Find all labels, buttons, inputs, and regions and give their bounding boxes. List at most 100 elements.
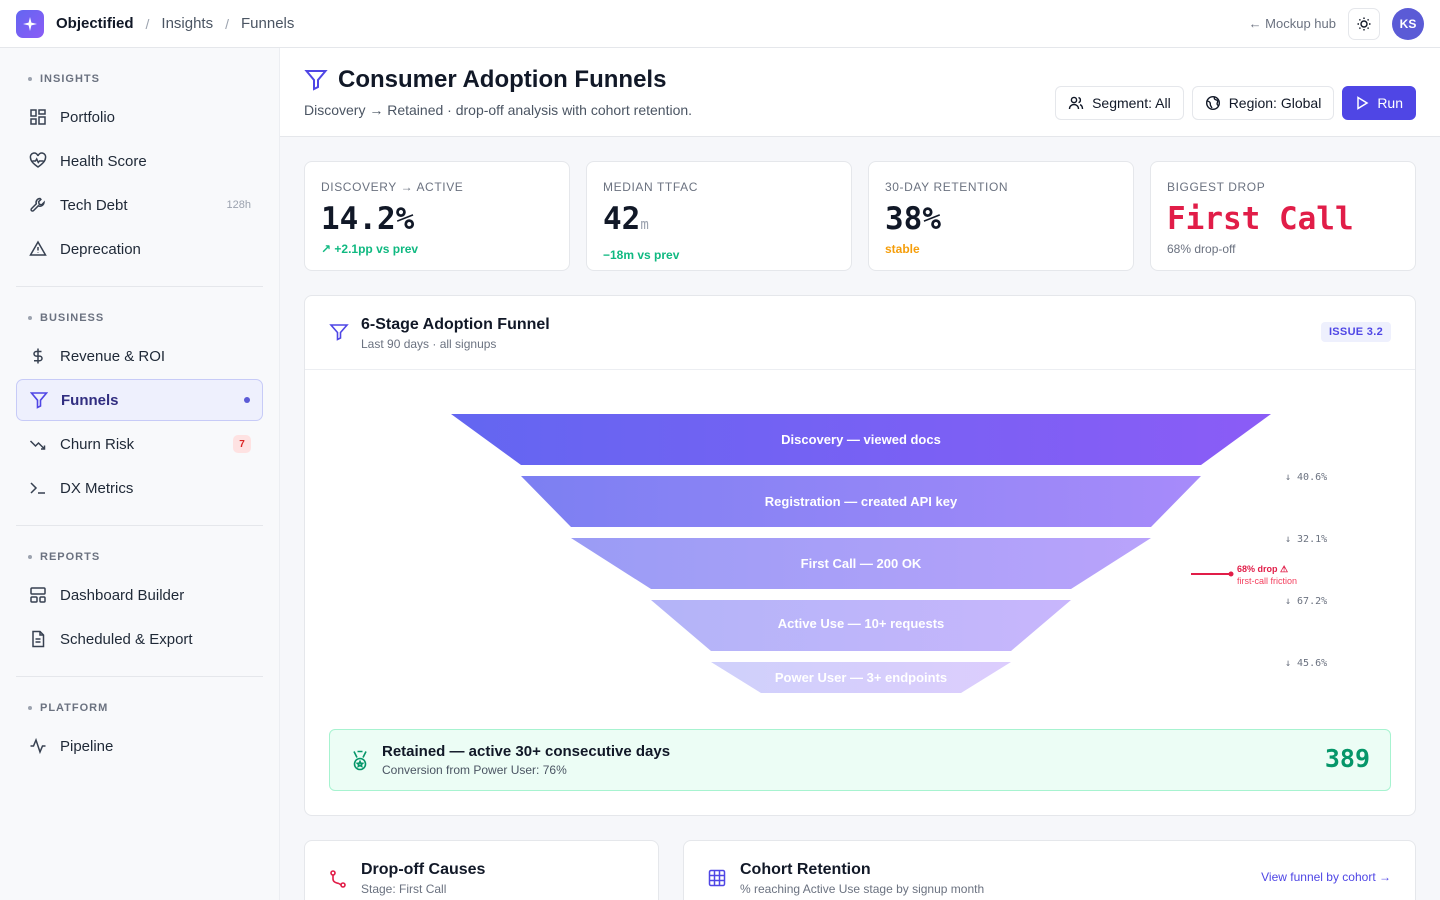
funnel-icon	[304, 70, 328, 91]
svg-text:First Call — 200 OK: First Call — 200 OK	[801, 556, 922, 571]
sidebar-item-portfolio[interactable]: Portfolio	[16, 96, 263, 138]
funnel-stage-registration[interactable]: Registration — created API key	[521, 476, 1201, 527]
kpi-value: First Call	[1167, 201, 1354, 237]
page-title: Consumer Adoption Funnels	[338, 66, 667, 93]
sidebar-divider	[16, 676, 263, 677]
sidebar-divider	[16, 286, 263, 287]
terminal-icon	[28, 478, 48, 498]
issue-badge[interactable]: ISSUE 3.2	[1320, 322, 1391, 342]
sidebar-item-dx-metrics[interactable]: DX Metrics	[16, 467, 263, 509]
warning-triangle-icon	[28, 239, 48, 259]
svg-text:Active Use — 10+ requests: Active Use — 10+ requests	[778, 616, 945, 631]
kpi-label: BIGGEST DROP	[1167, 180, 1266, 194]
sun-moon-icon	[1357, 17, 1371, 30]
tech-debt-hours: 128h	[226, 199, 251, 211]
funnel-stage-first-call[interactable]: First Call — 200 OK	[571, 538, 1151, 589]
theme-toggle-button[interactable]	[1348, 7, 1380, 40]
kpi-label: MEDIAN TTFAC	[603, 180, 698, 194]
sidebar-item-tech-debt[interactable]: Tech Debt 128h	[16, 184, 263, 226]
retained-subtitle: Conversion from Power User: 76%	[382, 763, 567, 777]
sidebar-item-label: DX Metrics	[60, 479, 134, 497]
funnel-stage-discovery[interactable]: Discovery — viewed docs	[451, 414, 1271, 465]
svg-text:Registration — created API key: Registration — created API key	[765, 494, 958, 509]
kpi-card-median-ttfac: MEDIAN TTFAC 42m −18m vs prev	[586, 161, 852, 271]
sidebar-item-label: Deprecation	[60, 240, 141, 258]
sidebar-item-label: Funnels	[61, 391, 119, 409]
page-header: Consumer Adoption Funnels Discovery → Re…	[280, 48, 1440, 137]
sidebar-item-scheduled-export[interactable]: Scheduled & Export	[16, 618, 263, 660]
sidebar-item-label: Scheduled & Export	[60, 630, 193, 648]
sidebar-item-revenue-roi[interactable]: Revenue & ROI	[16, 335, 263, 377]
breadcrumb-insights[interactable]: Insights	[161, 15, 213, 32]
kpi-value: 14.2%	[321, 201, 415, 237]
kpi-unit: m	[640, 217, 649, 233]
kpi-value: 42m	[603, 201, 649, 237]
breadcrumb-separator: /	[145, 15, 150, 32]
conversion-label: ↓ 40.6%	[1285, 472, 1327, 483]
sidebar-item-health-score[interactable]: Health Score	[16, 140, 263, 182]
view-funnel-by-cohort-link[interactable]: View funnel by cohort →	[1261, 870, 1391, 884]
sidebar-item-dashboard-builder[interactable]: Dashboard Builder	[16, 574, 263, 616]
mockup-hub-link[interactable]: ← Mockup hub	[1249, 16, 1336, 31]
svg-text:first-call friction: first-call friction	[1237, 576, 1297, 586]
kpi-delta: ↗ +2.1pp vs prev	[321, 242, 419, 256]
page-subtitle: Discovery → Retained · drop-off analysis…	[304, 102, 693, 118]
sidebar: INSIGHTS Portfolio Health Score Tech Deb…	[0, 48, 280, 900]
kpi-value: 38%	[885, 201, 941, 237]
breadcrumb-separator: /	[225, 15, 229, 32]
svg-text:68% drop ⚠: 68% drop ⚠	[1237, 564, 1288, 574]
funnel-stage-power-user[interactable]: Power User — 3+ endpoints	[711, 662, 1011, 693]
kpi-label: DISCOVERY → ACTIVE	[321, 180, 464, 194]
sidebar-item-label: Pipeline	[60, 737, 114, 755]
table-grid-icon	[708, 869, 726, 892]
conversion-label: ↓ 45.6%	[1285, 658, 1327, 669]
sidebar-item-label: Dashboard Builder	[60, 586, 185, 604]
branch-icon	[329, 869, 347, 894]
funnel-chart: Discovery — viewed docs Registration — c…	[451, 414, 1327, 693]
drop-callout[interactable]: 68% drop ⚠ first-call friction	[1191, 564, 1297, 586]
sidebar-item-funnels[interactable]: Funnels	[16, 379, 263, 421]
conversion-label: ↓ 67.2%	[1285, 596, 1327, 607]
play-icon	[1357, 96, 1369, 110]
user-avatar[interactable]: KS	[1392, 7, 1424, 40]
sidebar-item-deprecation[interactable]: Deprecation	[16, 228, 263, 270]
conversion-label: ↓ 32.1%	[1285, 534, 1327, 545]
sidebar-item-pipeline[interactable]: Pipeline	[16, 725, 263, 767]
top-bar: Objectified / Insights / Funnels ← Mocku…	[0, 0, 1440, 48]
sidebar-item-label: Health Score	[60, 152, 147, 170]
sidebar-section-platform: PLATFORM	[16, 693, 263, 723]
kpi-label: 30-DAY RETENTION	[885, 180, 1009, 194]
retained-summary: Retained — active 30+ consecutive days C…	[329, 729, 1391, 791]
region-filter-button[interactable]: Region: Global	[1191, 86, 1335, 120]
funnel-icon	[329, 322, 349, 347]
funnel-stage-active-use[interactable]: Active Use — 10+ requests	[651, 600, 1071, 651]
cohort-retention-card: Cohort Retention % reaching Active Use s…	[683, 840, 1416, 900]
run-button[interactable]: Run	[1342, 86, 1416, 120]
churn-risk-count-badge: 7	[233, 435, 251, 453]
retained-count: 389	[1324, 744, 1370, 773]
brand-name[interactable]: Objectified	[56, 15, 134, 32]
kpi-delta: stable	[885, 242, 920, 256]
wrench-icon	[28, 195, 48, 215]
globe-icon	[1205, 95, 1220, 111]
dropoff-causes-card: Drop-off Causes Stage: First Call	[304, 840, 659, 900]
sidebar-item-churn-risk[interactable]: Churn Risk 7	[16, 423, 263, 465]
kpi-card-30-day-retention: 30-DAY RETENTION 38% stable	[868, 161, 1134, 271]
sidebar-item-label: Churn Risk	[60, 435, 135, 453]
svg-text:Discovery — viewed docs: Discovery — viewed docs	[781, 432, 941, 447]
active-indicator-dot	[244, 397, 250, 403]
segment-filter-button[interactable]: Segment: All	[1055, 86, 1184, 120]
dropoff-title: Drop-off Causes	[361, 861, 486, 878]
funnel-subtitle: Last 90 days · all signups	[361, 337, 497, 351]
sidebar-divider	[16, 525, 263, 526]
funnel-card: 6-Stage Adoption Funnel Last 90 days · a…	[304, 295, 1416, 816]
layout-icon	[28, 585, 48, 605]
kpi-card-discovery-active: DISCOVERY → ACTIVE 14.2% ↗ +2.1pp vs pre…	[304, 161, 570, 271]
funnel-icon	[29, 390, 49, 410]
app-logo-icon[interactable]	[16, 9, 44, 38]
breadcrumb-funnels: Funnels	[241, 15, 295, 32]
medal-icon	[350, 750, 370, 777]
activity-icon	[28, 736, 48, 756]
trend-down-icon	[28, 434, 48, 454]
sidebar-item-label: Portfolio	[60, 108, 116, 126]
